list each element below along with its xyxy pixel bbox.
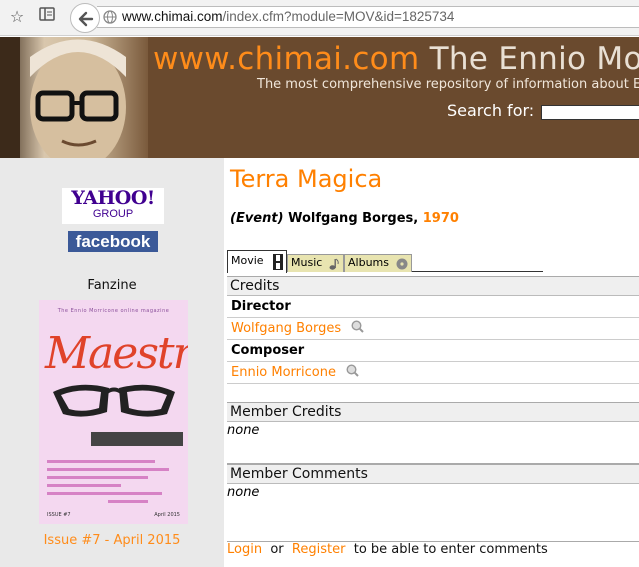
magazine-issue: ISSUE #7 (47, 512, 71, 518)
magazine-title: Maestro (45, 328, 188, 379)
composer-row: Ennio Morricone (227, 362, 639, 384)
magnifier-icon[interactable] (351, 320, 364, 333)
member-comments-heading: Member Comments (227, 464, 639, 484)
browser-toolbar: ☆ www.chimai.com/index.cfm?module=MOV&id… (0, 0, 639, 36)
director-row: Wolfgang Borges (227, 318, 639, 340)
maestro-magazine-cover[interactable]: The Ennio Morricone online magazine Maes… (39, 300, 188, 524)
address-bar[interactable]: www.chimai.com/index.cfm?module=MOV&id=1… (97, 6, 639, 28)
tab-albums-label: Albums (348, 256, 389, 269)
member-credits-section: Member Credits none (227, 402, 639, 464)
member-credits-value: none (227, 423, 260, 438)
sidebar: YAHOO! GROUP facebook Fanzine The Ennio … (0, 158, 224, 567)
magazine-date: April 2015 (154, 512, 180, 518)
bookmark-star-icon[interactable]: ☆ (6, 6, 28, 28)
credits-section: Credits Director Wolfgang Borges Compose… (227, 276, 639, 384)
facebook-link[interactable]: facebook (68, 231, 158, 252)
reader-view-icon[interactable] (36, 6, 58, 28)
magazine-contents (47, 460, 182, 508)
glasses-icon (53, 384, 175, 417)
member-comments-section: Member Comments none (227, 464, 639, 542)
login-suffix-text: to be able to enter comments (353, 542, 548, 557)
tab-albums[interactable]: Albums (344, 254, 412, 272)
ennio-morricone-portrait (0, 37, 148, 158)
site-name[interactable]: www.chimai.com (153, 41, 419, 77)
site-tagline: The most comprehensive repository of inf… (257, 77, 639, 92)
search-label: Search for: (447, 101, 535, 120)
tab-music-label: Music (291, 256, 323, 269)
yahoo-group-text: GROUP (92, 208, 134, 220)
director-link[interactable]: Wolfgang Borges (231, 321, 341, 336)
register-link[interactable]: Register (292, 542, 346, 557)
music-note-icon (329, 258, 339, 270)
director-role: Director (227, 296, 639, 318)
main-content: Terra Magica (Event) Wolfgang Borges, 19… (224, 158, 639, 567)
disc-icon (396, 258, 408, 270)
site-title: www.chimai.com The Ennio Mo (153, 41, 639, 77)
issue-link[interactable]: Issue #7 - April 2015 (0, 533, 224, 548)
movie-person: Wolfgang Borges, (288, 211, 419, 226)
url-text: www.chimai.com/index.cfm?module=MOV&id=1… (122, 9, 455, 24)
movie-subtitle: (Event) Wolfgang Borges, 1970 (230, 211, 459, 226)
tab-bar: Movie Music Albums (227, 250, 543, 273)
login-prompt: Login or Register to be able to enter co… (227, 542, 548, 557)
site-subtitle: The Ennio Mo (429, 41, 639, 77)
tab-movie[interactable]: Movie (227, 250, 287, 273)
movie-type: (Event) (230, 211, 284, 226)
back-button[interactable] (70, 3, 100, 33)
yahoo-logo-text: YAHOO! (71, 187, 155, 209)
tab-music[interactable]: Music (287, 254, 344, 272)
yahoo-group-link[interactable]: YAHOO! GROUP (62, 188, 164, 224)
magazine-dedication-box (91, 432, 183, 446)
arrow-left-icon (78, 11, 94, 27)
composer-role: Composer (227, 340, 639, 362)
member-comments-value: none (227, 485, 260, 500)
member-credits-heading: Member Credits (227, 402, 639, 422)
movie-year[interactable]: 1970 (423, 211, 459, 226)
site-header: www.chimai.com The Ennio Mo The most com… (0, 37, 639, 158)
tab-movie-label: Movie (231, 254, 264, 267)
credits-heading: Credits (227, 276, 639, 296)
magnifier-icon[interactable] (346, 364, 359, 377)
composer-link[interactable]: Ennio Morricone (231, 365, 336, 380)
magazine-top-line: The Ennio Morricone online magazine (57, 308, 170, 314)
film-strip-icon (273, 254, 283, 270)
or-text: or (270, 542, 284, 557)
fanzine-label: Fanzine (87, 278, 137, 293)
login-link[interactable]: Login (227, 542, 262, 557)
magazine-footer: ISSUE #7 April 2015 (47, 512, 180, 518)
globe-icon (103, 10, 117, 24)
movie-title: Terra Magica (230, 165, 383, 193)
search-input[interactable] (541, 105, 639, 120)
